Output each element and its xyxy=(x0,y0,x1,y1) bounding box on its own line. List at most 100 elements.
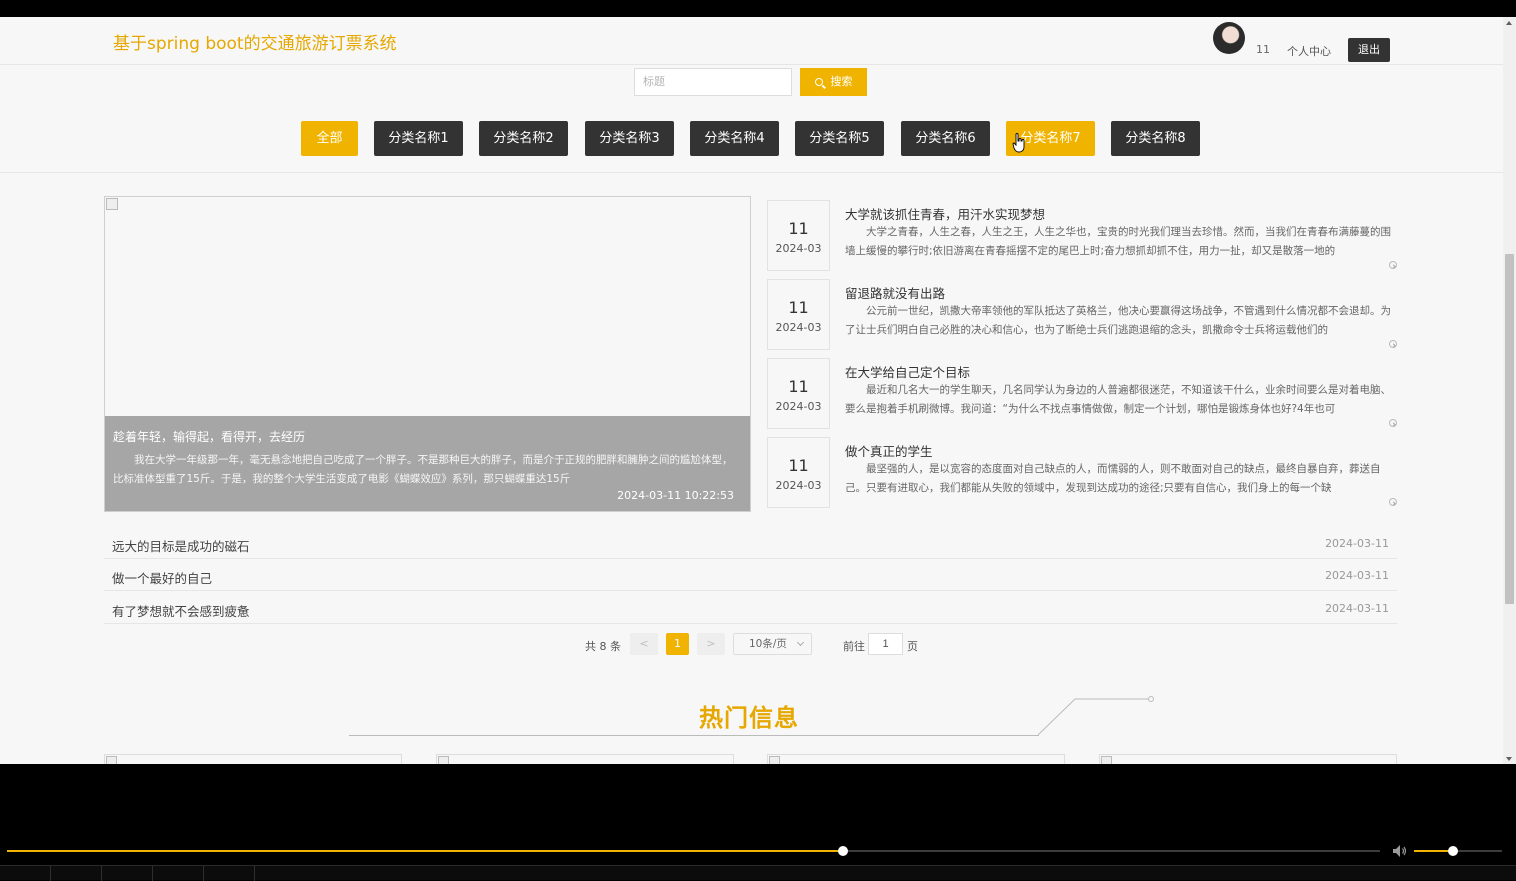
list-row[interactable]: 远大的目标是成功的磁石 2024-03-11 xyxy=(104,527,1397,559)
pagination-goto-input[interactable] xyxy=(868,633,903,655)
more-arrow-icon[interactable] xyxy=(1389,261,1397,269)
featured-caption: 趁着年轻，输得起，看得开，去经历 我在大学一年级那一年，毫无悬念地把自己吃成了一… xyxy=(105,416,750,511)
pagination-total: 共 8 条 xyxy=(585,640,621,653)
list-row-date: 2024-03-11 xyxy=(1325,537,1389,550)
list-row-title[interactable]: 有了梦想就不会感到疲惫 xyxy=(112,601,250,620)
volume-slider[interactable] xyxy=(1414,846,1502,856)
date-box: 11 2024-03 xyxy=(767,358,830,429)
screen: 基于spring boot的交通旅游订票系统 11 个人中心 退出 搜索 全部 … xyxy=(0,0,1516,881)
page-size-value: 10条/页 xyxy=(749,638,787,650)
news-title[interactable]: 大学就该抓住青春，用汗水实现梦想 xyxy=(845,204,1045,223)
date-day: 11 xyxy=(788,377,809,396)
list-row-title[interactable]: 远大的目标是成功的磁石 xyxy=(112,536,250,555)
news-summary: 最坚强的人，是以宽容的态度面对自己缺点的人，而懦弱的人，则不敢面对自己的缺点，最… xyxy=(845,463,1381,494)
scroll-down-arrow-icon[interactable] xyxy=(1506,757,1512,761)
date-year-month: 2024-03 xyxy=(775,400,822,413)
news-title[interactable]: 在大学给自己定个目标 xyxy=(845,362,970,381)
list-row-title[interactable]: 做一个最好的自己 xyxy=(112,568,212,587)
pagination-page-suffix: 页 xyxy=(907,640,918,653)
pagination-next-button[interactable]: > xyxy=(697,633,725,655)
vertical-scrollbar[interactable] xyxy=(1503,17,1516,764)
featured-article[interactable]: 趁着年轻，输得起，看得开，去经历 我在大学一年级那一年，毫无悬念地把自己吃成了一… xyxy=(104,196,751,512)
category-tab-5[interactable]: 分类名称5 xyxy=(795,121,884,156)
bottom-toolbar xyxy=(0,865,1516,881)
broken-image-icon xyxy=(769,756,780,764)
volume-icon[interactable] xyxy=(1392,844,1408,858)
date-year-month: 2024-03 xyxy=(775,479,822,492)
page-size-select[interactable]: 10条/页 xyxy=(733,633,812,655)
news-title[interactable]: 留退路就没有出路 xyxy=(845,283,945,302)
search-input[interactable] xyxy=(634,68,792,96)
featured-summary: 我在大学一年级那一年，毫无悬念地把自己吃成了一个胖子。不是那种巨大的胖子，而是介… xyxy=(113,454,733,485)
date-box: 11 2024-03 xyxy=(767,437,830,508)
hot-card[interactable] xyxy=(436,754,734,764)
video-player-controls xyxy=(0,764,1516,881)
date-box: 11 2024-03 xyxy=(767,279,830,350)
date-day: 11 xyxy=(788,219,809,238)
news-summary: 最近和几名大一的学生聊天，几名同学认为身边的人普遍都很迷茫，不知道该干什么，业余… xyxy=(845,384,1391,415)
more-arrow-icon[interactable] xyxy=(1389,498,1397,506)
toolbar-button[interactable] xyxy=(204,866,255,881)
avatar[interactable] xyxy=(1213,22,1245,54)
toolbar-button[interactable] xyxy=(0,866,51,881)
category-tab-2[interactable]: 分类名称2 xyxy=(479,121,568,156)
chevron-down-icon xyxy=(796,638,805,647)
date-year-month: 2024-03 xyxy=(775,321,822,334)
browser-viewport: 基于spring boot的交通旅游订票系统 11 个人中心 退出 搜索 全部 … xyxy=(0,17,1503,764)
list-row[interactable]: 有了梦想就不会感到疲惫 2024-03-11 xyxy=(104,592,1397,624)
logout-button[interactable]: 退出 xyxy=(1348,38,1390,62)
featured-date: 2024-03-11 10:22:53 xyxy=(617,489,734,502)
date-box: 11 2024-03 xyxy=(767,200,830,271)
volume-handle[interactable] xyxy=(1447,846,1458,856)
hot-section-underline xyxy=(349,735,1039,736)
pagination-prev-button[interactable]: < xyxy=(630,633,658,655)
featured-title[interactable]: 趁着年轻，输得起，看得开，去经历 xyxy=(113,428,742,445)
profile-center-link[interactable]: 个人中心 xyxy=(1287,43,1331,59)
toolbar-button[interactable] xyxy=(51,866,102,881)
scrollbar-thumb[interactable] xyxy=(1505,254,1514,604)
decorative-line-icon xyxy=(1037,696,1154,736)
category-tab-8[interactable]: 分类名称8 xyxy=(1111,121,1200,156)
list-row-date: 2024-03-11 xyxy=(1325,569,1389,582)
seek-bar-handle[interactable] xyxy=(838,846,849,856)
hot-card[interactable] xyxy=(1099,754,1397,764)
more-arrow-icon[interactable] xyxy=(1389,419,1397,427)
search-button-label: 搜索 xyxy=(830,76,853,88)
seek-bar[interactable] xyxy=(7,846,1380,856)
hot-section-title: 热门信息 xyxy=(699,704,799,732)
news-title[interactable]: 做个真正的学生 xyxy=(845,441,933,460)
hand-cursor-icon xyxy=(1012,133,1025,153)
news-item[interactable]: 11 2024-03 留退路就没有出路 公元前一世纪，凯撒大帝率领他的军队抵达了… xyxy=(767,279,1397,350)
scroll-up-arrow-icon[interactable] xyxy=(1506,21,1512,25)
pagination-goto-label: 前往 xyxy=(843,640,865,653)
hot-card[interactable] xyxy=(104,754,402,764)
date-year-month: 2024-03 xyxy=(775,242,822,255)
news-item[interactable]: 11 2024-03 在大学给自己定个目标 最近和几名大一的学生聊天，几名同学认… xyxy=(767,358,1397,429)
date-day: 11 xyxy=(788,456,809,475)
list-row-date: 2024-03-11 xyxy=(1325,602,1389,615)
category-tab-6[interactable]: 分类名称6 xyxy=(901,121,990,156)
pagination-current-page[interactable]: 1 xyxy=(666,633,689,655)
news-item[interactable]: 11 2024-03 大学就该抓住青春，用汗水实现梦想 大学之青春，人生之春，人… xyxy=(767,200,1397,271)
news-summary: 大学之青春，人生之春，人生之王，人生之华也，宝贵的时光我们理当去珍惜。然而，当我… xyxy=(845,226,1391,257)
news-item[interactable]: 11 2024-03 做个真正的学生 最坚强的人，是以宽容的态度面对自己缺点的人… xyxy=(767,437,1397,508)
more-arrow-icon[interactable] xyxy=(1389,340,1397,348)
category-tab-1[interactable]: 分类名称1 xyxy=(374,121,463,156)
category-tab-3[interactable]: 分类名称3 xyxy=(585,121,674,156)
category-tab-4[interactable]: 分类名称4 xyxy=(690,121,779,156)
divider xyxy=(0,172,1503,173)
toolbar-button[interactable] xyxy=(102,866,153,881)
list-row[interactable]: 做一个最好的自己 2024-03-11 xyxy=(104,559,1397,591)
broken-image-icon xyxy=(438,756,449,764)
broken-image-icon xyxy=(1101,756,1112,764)
seek-bar-progress xyxy=(7,850,844,852)
top-navbar: 基于spring boot的交通旅游订票系统 11 个人中心 退出 xyxy=(0,17,1503,65)
hot-card[interactable] xyxy=(767,754,1065,764)
news-summary: 公元前一世纪，凯撒大帝率领他的军队抵达了英格兰，他决心要赢得这场战争，不管遇到什… xyxy=(845,305,1391,336)
toolbar-button[interactable] xyxy=(153,866,204,881)
category-tab-all[interactable]: 全部 xyxy=(301,121,358,156)
site-title[interactable]: 基于spring boot的交通旅游订票系统 xyxy=(113,29,397,54)
volume-level xyxy=(1414,850,1453,852)
search-button[interactable]: 搜索 xyxy=(800,68,867,96)
date-day: 11 xyxy=(788,298,809,317)
